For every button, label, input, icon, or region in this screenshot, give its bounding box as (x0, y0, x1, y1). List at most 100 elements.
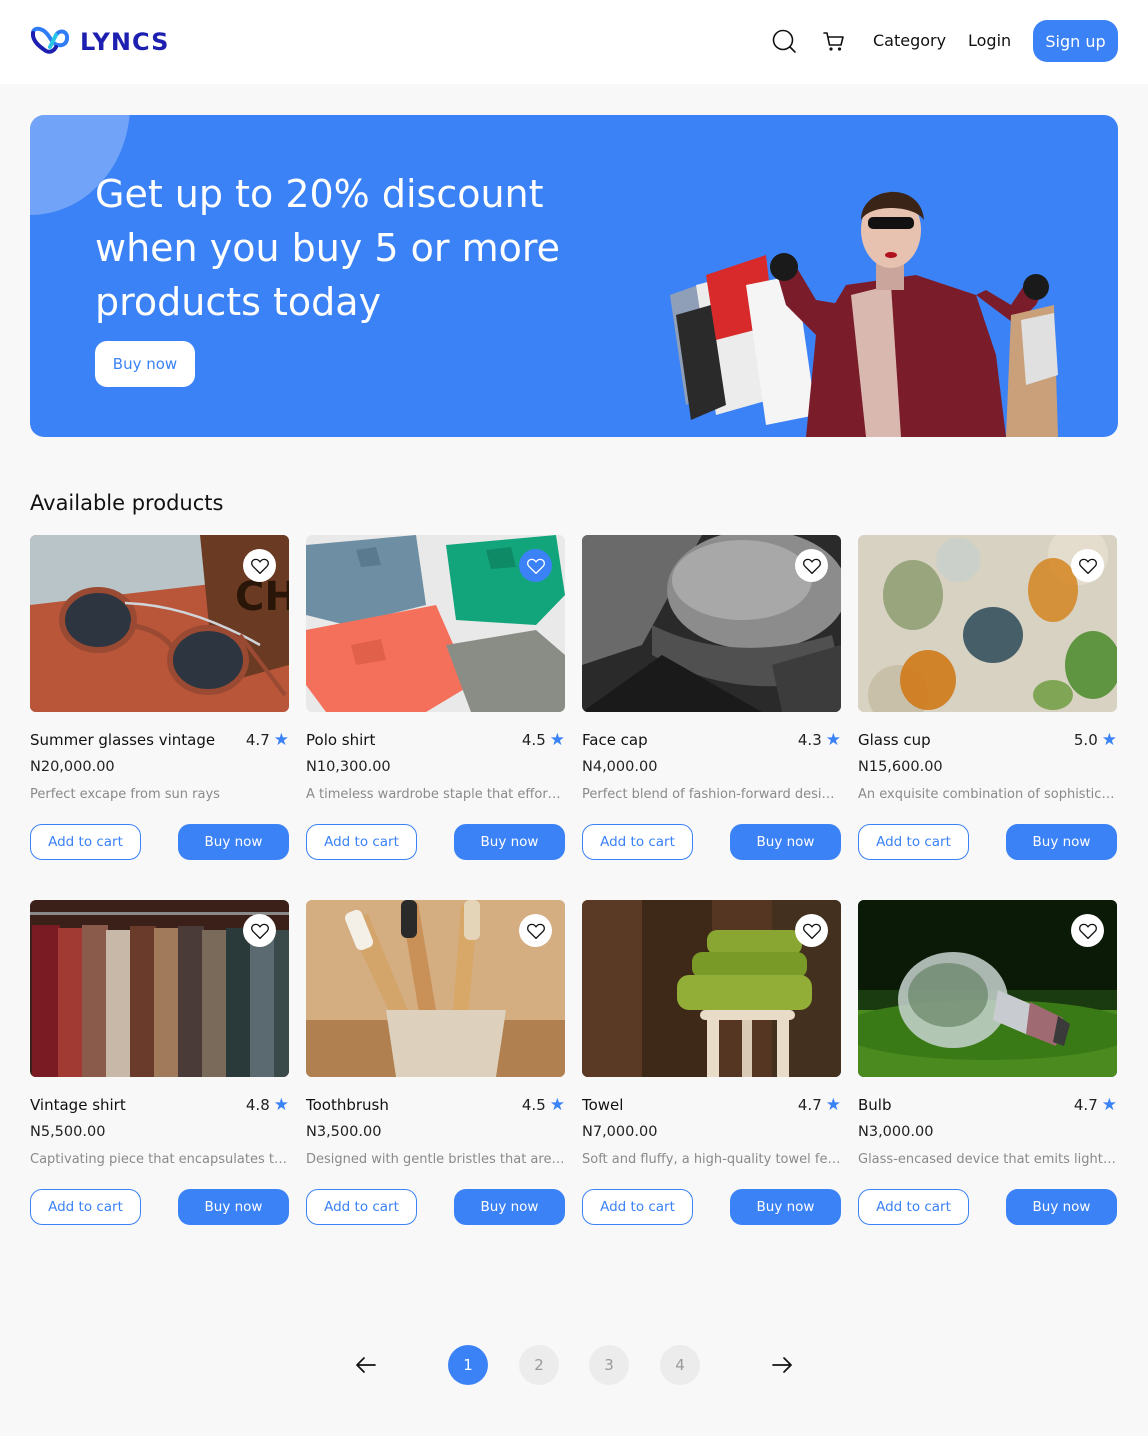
products-section-title: Available products (30, 491, 224, 515)
product-card[interactable]: CH Summer glasses vintage 4.7 ★ N20,000.… (30, 535, 289, 860)
buy-now-button[interactable]: Buy now (730, 1189, 841, 1225)
product-price: N5,500.00 (30, 1124, 106, 1140)
promo-headline: Get up to 20% discount when you buy 5 or… (95, 172, 561, 324)
buy-now-button[interactable]: Buy now (1006, 1189, 1117, 1225)
add-to-cart-button[interactable]: Add to cart (306, 824, 417, 860)
product-card[interactable]: Polo shirt 4.5 ★ N10,300.00 A timeless w… (306, 535, 565, 860)
product-image[interactable] (30, 900, 289, 1077)
add-to-cart-button[interactable]: Add to cart (30, 1189, 141, 1225)
star-icon: ★ (1101, 1094, 1117, 1115)
logo[interactable]: LYNCS (30, 26, 169, 58)
promo-buy-now-button[interactable]: Buy now (95, 341, 195, 387)
heart-icon (526, 557, 546, 575)
product-name[interactable]: Polo shirt (306, 731, 375, 749)
heart-icon (1078, 922, 1098, 940)
heart-icon (802, 922, 822, 940)
product-card[interactable]: Vintage shirt 4.8 ★ N5,500.00 Captivatin… (30, 900, 289, 1225)
heart-icon (802, 557, 822, 575)
add-to-cart-button[interactable]: Add to cart (582, 1189, 693, 1225)
rating-value: 4.7 (245, 731, 270, 749)
product-card[interactable]: Face cap 4.3 ★ N4,000.00 Perfect blend o… (582, 535, 841, 860)
favorite-button[interactable] (519, 549, 552, 582)
buy-now-button[interactable]: Buy now (730, 824, 841, 860)
buy-now-button[interactable]: Buy now (178, 1189, 289, 1225)
favorite-button[interactable] (795, 549, 828, 582)
product-card[interactable]: Bulb 4.7 ★ N3,000.00 Glass-encased devic… (858, 900, 1117, 1225)
buy-now-button[interactable]: Buy now (1006, 824, 1117, 860)
product-name[interactable]: Towel (582, 1096, 623, 1114)
product-card[interactable]: Towel 4.7 ★ N7,000.00 Soft and fluffy, a… (582, 900, 841, 1225)
product-name[interactable]: Face cap (582, 731, 648, 749)
page-4-button[interactable]: 4 (660, 1345, 700, 1385)
cart-icon[interactable] (821, 28, 847, 54)
product-description: A timeless wardrobe staple that effortle… (306, 787, 565, 802)
product-name[interactable]: Vintage shirt (30, 1096, 126, 1114)
product-rating: 4.7 ★ (798, 1096, 841, 1114)
arrow-right-icon[interactable] (770, 1353, 794, 1377)
favorite-button[interactable] (1071, 549, 1104, 582)
logo-text: LYNCS (80, 28, 170, 56)
product-rating: 4.7 ★ (246, 731, 289, 749)
product-name[interactable]: Glass cup (858, 731, 931, 749)
signup-button[interactable]: Sign up (1033, 20, 1118, 62)
product-image[interactable]: CH (30, 535, 289, 712)
nav-category-link[interactable]: Category (873, 31, 946, 50)
favorite-button[interactable] (243, 914, 276, 947)
buy-now-button[interactable]: Buy now (454, 824, 565, 860)
promo-shopper-image (666, 175, 1058, 437)
product-price: N3,000.00 (858, 1124, 934, 1140)
product-image[interactable] (582, 535, 841, 712)
favorite-button[interactable] (1071, 914, 1104, 947)
product-rating: 4.5 ★ (522, 731, 565, 749)
heart-icon (1078, 557, 1098, 575)
rating-value: 5.0 (1073, 731, 1098, 749)
product-rating: 4.5 ★ (522, 1096, 565, 1114)
product-description: Glass-encased device that emits light wh… (858, 1152, 1117, 1167)
product-card[interactable]: Glass cup 5.0 ★ N15,600.00 An exquisite … (858, 535, 1117, 860)
favorite-button[interactable] (519, 914, 552, 947)
page-3-button[interactable]: 3 (589, 1345, 629, 1385)
product-price: N20,000.00 (30, 759, 115, 775)
star-icon: ★ (825, 729, 841, 750)
product-image[interactable] (858, 900, 1117, 1077)
product-description: An exquisite combination of sophisticati… (858, 787, 1117, 802)
add-to-cart-button[interactable]: Add to cart (30, 824, 141, 860)
star-icon: ★ (1101, 729, 1117, 750)
product-price: N3,500.00 (306, 1124, 382, 1140)
star-icon: ★ (825, 1094, 841, 1115)
arrow-left-icon[interactable] (354, 1353, 378, 1377)
rating-value: 4.8 (245, 1096, 270, 1114)
heart-icon (526, 922, 546, 940)
buy-now-button[interactable]: Buy now (178, 824, 289, 860)
product-name[interactable]: Toothbrush (306, 1096, 389, 1114)
product-card[interactable]: Toothbrush 4.5 ★ N3,500.00 Designed with… (306, 900, 565, 1225)
favorite-button[interactable] (243, 549, 276, 582)
product-image[interactable] (582, 900, 841, 1077)
heart-icon (250, 557, 270, 575)
product-name[interactable]: Bulb (858, 1096, 892, 1114)
add-to-cart-button[interactable]: Add to cart (582, 824, 693, 860)
site-header: LYNCS Category Login Sign up (0, 0, 1148, 84)
star-icon: ★ (549, 1094, 565, 1115)
add-to-cart-button[interactable]: Add to cart (858, 1189, 969, 1225)
star-icon: ★ (549, 729, 565, 750)
page-2-button[interactable]: 2 (519, 1345, 559, 1385)
product-description: Soft and fluffy, a high-quality towel fe… (582, 1152, 841, 1167)
product-image[interactable] (858, 535, 1117, 712)
product-description: Perfect blend of fashion-forward design … (582, 787, 841, 802)
product-image[interactable] (306, 900, 565, 1077)
product-image[interactable] (306, 535, 565, 712)
logo-mark-icon (30, 25, 72, 59)
product-description: Captivating piece that encapsulates time… (30, 1152, 289, 1167)
product-description: Perfect excape from sun rays (30, 787, 220, 802)
product-rating: 4.7 ★ (1074, 1096, 1117, 1114)
buy-now-button[interactable]: Buy now (454, 1189, 565, 1225)
product-name[interactable]: Summer glasses vintage (30, 731, 215, 749)
search-icon[interactable] (771, 28, 797, 54)
page-1-button[interactable]: 1 (448, 1345, 488, 1385)
add-to-cart-button[interactable]: Add to cart (306, 1189, 417, 1225)
nav-login-link[interactable]: Login (968, 31, 1011, 50)
add-to-cart-button[interactable]: Add to cart (858, 824, 969, 860)
favorite-button[interactable] (795, 914, 828, 947)
product-price: N15,600.00 (858, 759, 943, 775)
